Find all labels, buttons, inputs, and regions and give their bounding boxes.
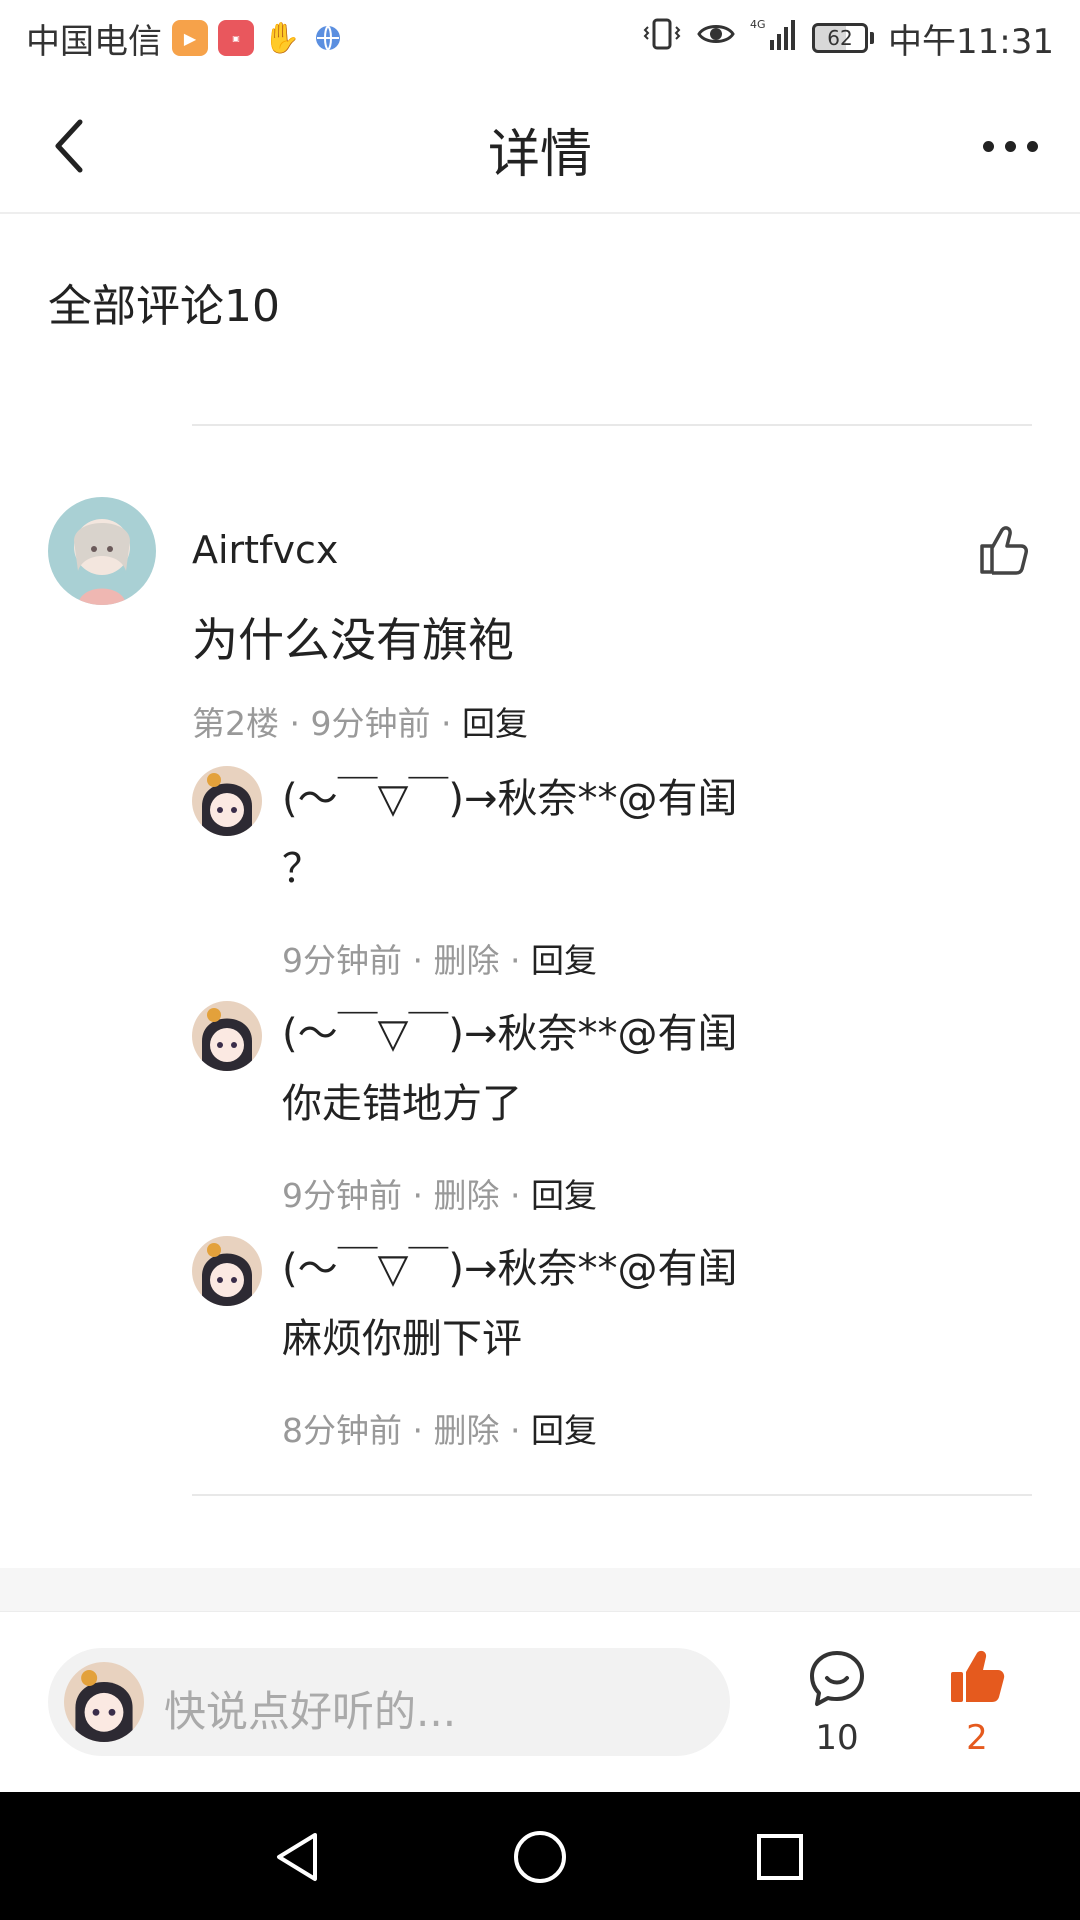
circle-home-icon bbox=[514, 1831, 566, 1883]
globe-icon bbox=[310, 20, 346, 56]
divider bbox=[192, 424, 1032, 426]
clock-label: 中午11:31 bbox=[888, 21, 1054, 62]
nav-recents-button[interactable] bbox=[745, 1822, 815, 1892]
avatar[interactable] bbox=[192, 1236, 262, 1306]
comment-meta: 第2楼 · 9分钟前 · 回复 bbox=[192, 704, 528, 743]
carrier-label: 中国电信 bbox=[26, 21, 162, 62]
like-count-button[interactable]: 2 bbox=[940, 1648, 1014, 1768]
reply-text: 你走错地方了 bbox=[282, 1081, 522, 1127]
reply-item: (～￣▽￣)→秋奈**@有闺 麻烦你删下评 8分钟前 · 删除 · 回复 bbox=[192, 1236, 1032, 1456]
comment-input-bar: 快说点好听的... 10 2 bbox=[0, 1612, 1080, 1792]
reply-meta: 8分钟前 · 删除 · 回复 bbox=[282, 1411, 597, 1450]
page-header: 详情 bbox=[0, 76, 1080, 214]
reply-meta: 9分钟前 · 删除 · 回复 bbox=[282, 1176, 597, 1215]
battery-level: 62 bbox=[812, 23, 869, 53]
nav-home-button[interactable] bbox=[505, 1822, 575, 1892]
reply-author[interactable]: (～￣▽￣)→秋奈**@有闺 bbox=[282, 1236, 738, 1294]
comment-text: 为什么没有旗袍 bbox=[192, 613, 514, 667]
square-recents-icon bbox=[757, 1834, 803, 1880]
reply-author[interactable]: (～￣▽￣)→秋奈**@有闺 bbox=[282, 1001, 738, 1059]
reply-meta: 9分钟前 · 删除 · 回复 bbox=[282, 941, 597, 980]
delete-button[interactable]: 删除 bbox=[433, 941, 499, 980]
section-separator bbox=[0, 1568, 1080, 1612]
huawei-app-icon: ▣ bbox=[218, 20, 254, 56]
nav-back-button[interactable] bbox=[264, 1822, 334, 1892]
comments-count-title: 全部评论10 bbox=[48, 281, 280, 332]
like-button[interactable] bbox=[976, 522, 1032, 578]
video-app-icon: ▶ bbox=[172, 20, 208, 56]
floor-label: 第2楼 bbox=[192, 704, 279, 743]
more-dot-icon bbox=[1004, 140, 1016, 152]
reply-text: 麻烦你删下评 bbox=[282, 1316, 522, 1362]
like-count: 2 bbox=[966, 1718, 988, 1758]
reply-author[interactable]: (～￣▽￣)→秋奈**@有闺 bbox=[282, 766, 738, 824]
reply-button[interactable]: 回复 bbox=[531, 941, 597, 980]
delete-button[interactable]: 删除 bbox=[433, 1411, 499, 1450]
divider bbox=[192, 1494, 1032, 1496]
eye-icon bbox=[696, 18, 736, 58]
comment-bubble-icon bbox=[810, 1651, 864, 1706]
network-type-label: 4G bbox=[750, 18, 766, 31]
comment-input[interactable]: 快说点好听的... bbox=[48, 1648, 730, 1756]
reply-item: (～￣▽￣)→秋奈**@有闺 ？ 9分钟前 · 删除 · 回复 bbox=[192, 766, 1032, 986]
more-options-button[interactable] bbox=[970, 112, 1050, 180]
signal-icon: 4G bbox=[750, 16, 798, 61]
reply-time: 8分钟前 bbox=[282, 1411, 402, 1450]
reply-button[interactable]: 回复 bbox=[531, 1411, 597, 1450]
avatar[interactable] bbox=[48, 497, 156, 605]
comment-input-placeholder: 快说点好听的... bbox=[164, 1687, 457, 1736]
delete-button[interactable]: 删除 bbox=[433, 1176, 499, 1215]
avatar[interactable] bbox=[192, 1001, 262, 1071]
reply-button[interactable]: 回复 bbox=[462, 704, 528, 743]
more-dot-icon bbox=[1026, 140, 1038, 152]
reply-time: 9分钟前 bbox=[282, 941, 402, 980]
thumbs-up-icon bbox=[980, 526, 1028, 575]
status-right: 4G 62 中午11:31 bbox=[642, 14, 1054, 63]
page-title: 详情 bbox=[487, 125, 592, 185]
avatar[interactable] bbox=[192, 766, 262, 836]
status-left: 中国电信 ▶ ▣ ✋ bbox=[26, 14, 346, 63]
hand-icon: ✋ bbox=[263, 20, 301, 56]
status-bar: 中国电信 ▶ ▣ ✋ 4G 62 中午11:31 bbox=[0, 0, 1080, 76]
battery-icon: 62 bbox=[812, 23, 875, 53]
reply-button[interactable]: 回复 bbox=[531, 1176, 597, 1215]
comment-count: 10 bbox=[815, 1718, 859, 1758]
triangle-back-icon bbox=[277, 1833, 317, 1881]
system-navigation-bar bbox=[0, 1792, 1080, 1920]
comment-author[interactable]: Airtfvcx bbox=[192, 528, 338, 572]
comments-button[interactable]: 10 bbox=[800, 1648, 874, 1768]
reply-text: ？ bbox=[282, 846, 322, 892]
reply-time: 9分钟前 bbox=[282, 1176, 402, 1215]
more-dot-icon bbox=[982, 140, 994, 152]
reply-item: (～￣▽￣)→秋奈**@有闺 你走错地方了 9分钟前 · 删除 · 回复 bbox=[192, 1001, 1032, 1221]
avatar bbox=[64, 1662, 144, 1742]
comment-time: 9分钟前 bbox=[310, 704, 431, 743]
vibrate-icon bbox=[642, 17, 682, 60]
thumbs-up-filled-icon bbox=[951, 1650, 1005, 1702]
